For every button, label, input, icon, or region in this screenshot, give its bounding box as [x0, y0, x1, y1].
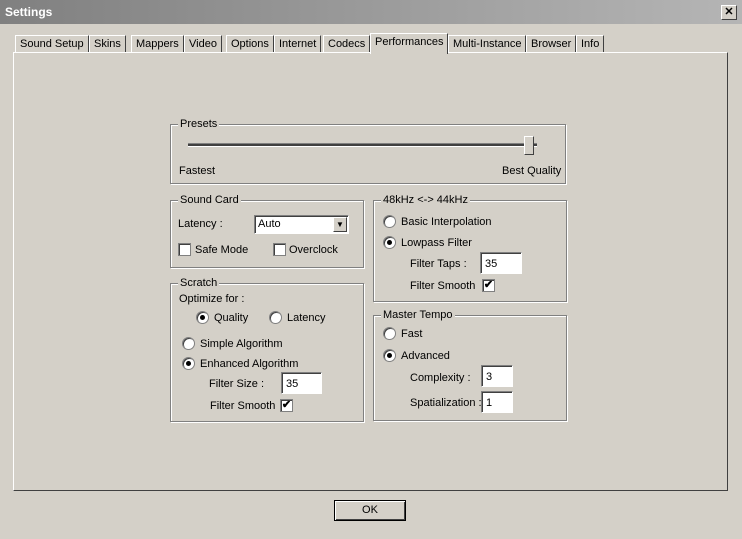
- check-icon: ✔: [281, 399, 292, 411]
- tab-video[interactable]: Video: [184, 35, 222, 53]
- close-button[interactable]: ✕: [721, 5, 737, 20]
- filter-size-label: Filter Size :: [209, 378, 265, 390]
- lowpass-filter-radio[interactable]: [383, 236, 396, 249]
- resample-filter-smooth-label: Filter Smooth: [410, 280, 476, 292]
- scratch-title: Scratch: [178, 277, 220, 290]
- presets-best-quality-label: Best Quality: [502, 165, 562, 177]
- ok-button[interactable]: OK: [334, 500, 406, 521]
- simple-algorithm-label: Simple Algorithm: [200, 338, 283, 350]
- tab-sound-setup[interactable]: Sound Setup: [15, 35, 89, 53]
- tab-codecs[interactable]: Codecs: [323, 35, 371, 53]
- tab-info[interactable]: Info: [576, 35, 605, 53]
- tab-panel: [13, 52, 728, 491]
- advanced-radio[interactable]: [383, 349, 396, 362]
- tab-skins[interactable]: Skins: [89, 35, 126, 53]
- quality-radio[interactable]: [196, 311, 209, 324]
- presets-title: Presets: [178, 118, 220, 131]
- window-title: Settings: [5, 5, 53, 19]
- complexity-label: Complexity :: [410, 372, 471, 384]
- basic-interpolation-label: Basic Interpolation: [401, 216, 492, 228]
- filter-taps-label: Filter Taps :: [410, 258, 467, 270]
- presets-slider-thumb[interactable]: [524, 136, 534, 155]
- sound-card-group: Sound Card: [170, 194, 364, 268]
- latency-label: Latency :: [178, 218, 223, 230]
- tab-browser[interactable]: Browser: [526, 35, 577, 53]
- quality-label: Quality: [214, 312, 249, 324]
- safe-mode-label: Safe Mode: [195, 244, 249, 256]
- tab-mappers[interactable]: Mappers: [131, 35, 184, 53]
- filter-taps-input[interactable]: 35: [480, 252, 522, 274]
- check-icon: ✔: [483, 279, 494, 291]
- safe-mode-checkbox[interactable]: [178, 243, 191, 256]
- fast-label: Fast: [401, 328, 423, 340]
- chevron-down-icon[interactable]: ▼: [333, 217, 347, 232]
- simple-algorithm-radio[interactable]: [182, 337, 195, 350]
- latency-select[interactable]: Auto ▼: [254, 215, 349, 234]
- tab-internet[interactable]: Internet: [274, 35, 322, 53]
- advanced-label: Advanced: [401, 350, 450, 362]
- tab-multi-instance[interactable]: Multi-Instance: [448, 35, 527, 53]
- presets-slider-track[interactable]: [188, 143, 537, 147]
- lowpass-filter-label: Lowpass Filter: [401, 237, 472, 249]
- close-icon: ✕: [724, 6, 734, 18]
- spatialization-label: Spatialization :: [410, 397, 482, 409]
- master-tempo-title: Master Tempo: [381, 309, 455, 322]
- filter-size-input[interactable]: 35: [281, 372, 322, 394]
- scratch-latency-label: Latency: [287, 312, 326, 324]
- tab-options[interactable]: Options: [226, 35, 274, 53]
- presets-fastest-label: Fastest: [179, 165, 216, 177]
- tab-performances[interactable]: Performances: [370, 33, 449, 54]
- sound-card-title: Sound Card: [178, 194, 241, 207]
- complexity-input[interactable]: 3: [481, 365, 513, 387]
- spatialization-input[interactable]: 1: [481, 391, 513, 413]
- latency-radio[interactable]: [269, 311, 282, 324]
- overclock-checkbox[interactable]: [273, 243, 286, 256]
- scratch-filter-smooth-checkbox[interactable]: ✔: [280, 399, 293, 412]
- optimize-for-label: Optimize for :: [179, 293, 245, 305]
- fast-radio[interactable]: [383, 327, 396, 340]
- title-bar: Settings ✕: [0, 0, 742, 24]
- resample-title: 48kHz <-> 44kHz: [381, 194, 470, 207]
- scratch-filter-smooth-label: Filter Smooth: [210, 400, 276, 412]
- overclock-label: Overclock: [289, 244, 338, 256]
- resample-filter-smooth-checkbox[interactable]: ✔: [482, 279, 495, 292]
- enhanced-algorithm-radio[interactable]: [182, 357, 195, 370]
- latency-select-value: Auto: [258, 218, 281, 230]
- basic-interpolation-radio[interactable]: [383, 215, 396, 228]
- enhanced-algorithm-label: Enhanced Algorithm: [200, 358, 299, 370]
